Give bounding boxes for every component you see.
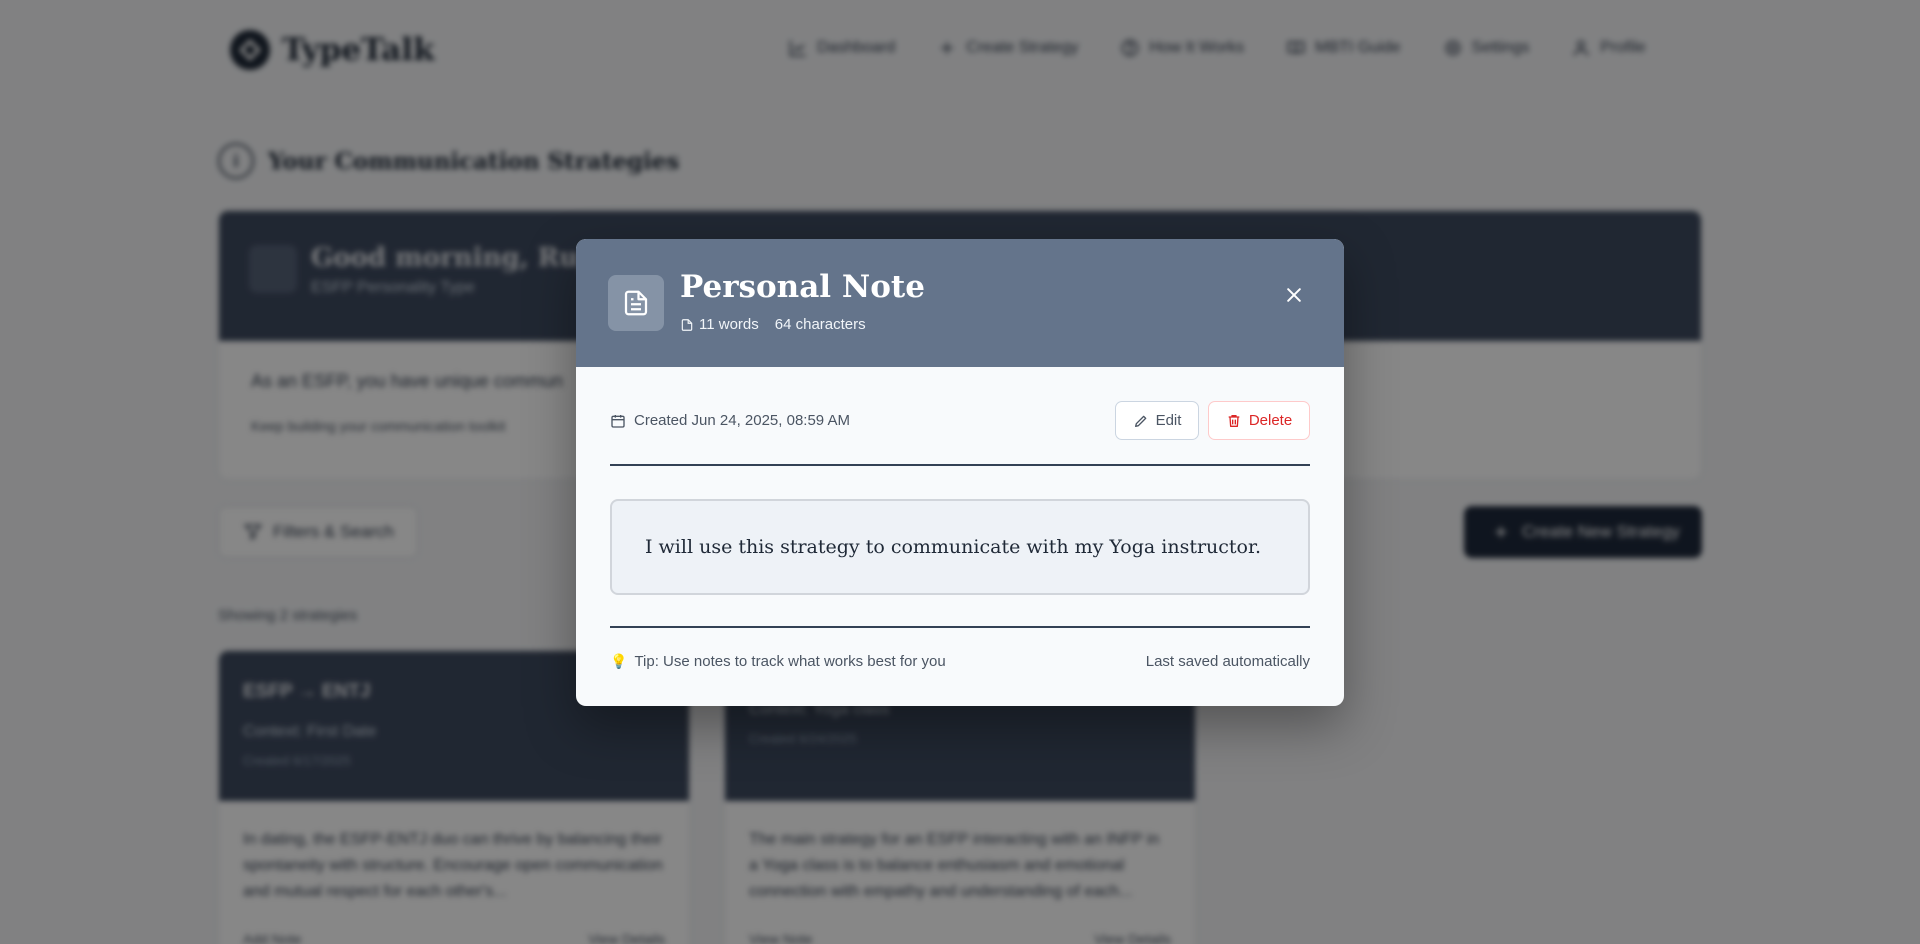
- file-icon: [681, 318, 693, 331]
- pencil-icon: [1134, 415, 1146, 427]
- created-date: Created Jun 24, 2025, 08:59 AM: [610, 412, 850, 429]
- note-text: I will use this strategy to communicate …: [645, 536, 1262, 558]
- created-date-text: Created Jun 24, 2025, 08:59 AM: [634, 412, 850, 429]
- document-icon: [608, 275, 664, 331]
- edit-button[interactable]: Edit: [1115, 401, 1199, 440]
- edit-label: Edit: [1155, 412, 1182, 429]
- lightbulb-icon: 💡: [610, 653, 628, 669]
- tip-text: Tip: Use notes to track what works best …: [634, 653, 946, 670]
- divider: [610, 464, 1310, 466]
- trash-icon: [1228, 414, 1240, 427]
- note-stats: 11 words 64 characters: [680, 316, 866, 333]
- char-count: 64 characters: [774, 316, 866, 333]
- word-count: 11 words: [680, 316, 759, 333]
- note-modal: Personal Note 11 words 64 characters Cre…: [576, 239, 1344, 706]
- autosave-status: Last saved automatically: [1145, 653, 1310, 670]
- close-button[interactable]: [1278, 279, 1310, 311]
- note-content-box: I will use this strategy to communicate …: [610, 499, 1310, 595]
- delete-label: Delete: [1248, 412, 1293, 429]
- word-count-text: 11 words: [699, 316, 759, 333]
- calendar-icon: [611, 414, 625, 428]
- tip: 💡 Tip: Use notes to track what works bes…: [610, 653, 946, 670]
- divider: [610, 626, 1310, 628]
- close-icon: [1287, 288, 1301, 302]
- modal-header: Personal Note 11 words 64 characters: [576, 239, 1344, 367]
- delete-button[interactable]: Delete: [1208, 401, 1310, 440]
- modal-title: Personal Note: [680, 269, 925, 305]
